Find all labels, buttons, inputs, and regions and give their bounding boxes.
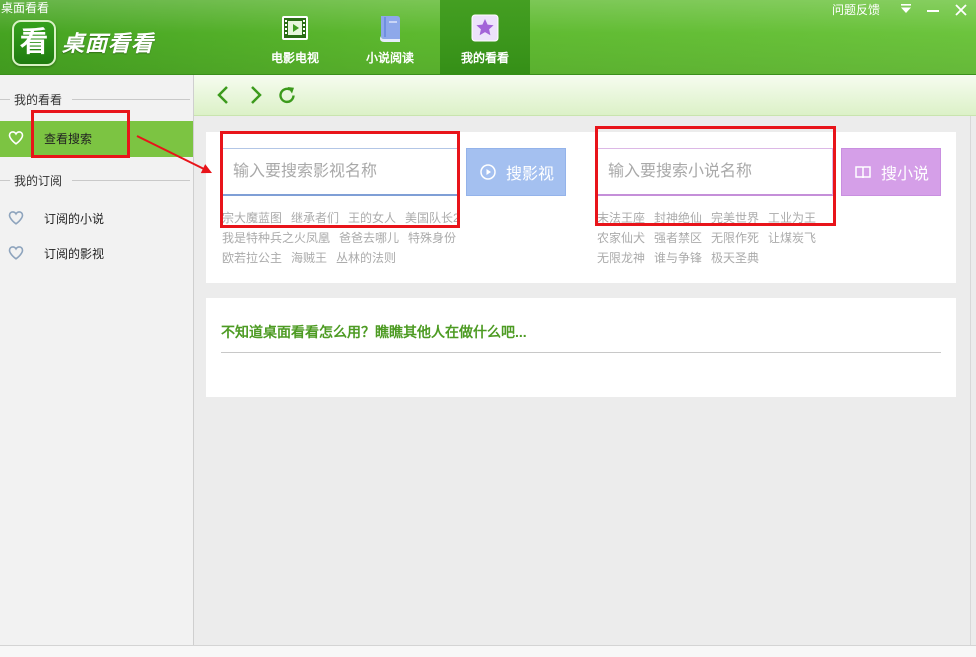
hot-keyword[interactable]: 末法王座 [597, 211, 645, 225]
sidebar: 我的看看 查看搜索 我的订阅 订阅的小说 订阅的影视 [0, 75, 194, 645]
help-link[interactable]: 不知道桌面看看怎么用？瞧瞧其他人在做什么吧... [221, 324, 527, 340]
novel-hot-row: 无限龙神 谁与争锋 极天圣典 [597, 251, 759, 265]
film-icon [282, 16, 308, 40]
tab-novels[interactable]: 小说阅读 [345, 0, 435, 75]
hot-keyword[interactable]: 谁与争锋 [654, 251, 702, 265]
search-novel-button[interactable]: 搜小说 [841, 148, 941, 196]
tab-my-kankan[interactable]: 我的看看 [440, 0, 530, 75]
divider [0, 99, 10, 100]
video-hot-row: 我是特种兵之火凤凰 爸爸去哪儿 特殊身份 [222, 231, 456, 245]
divider [72, 180, 190, 181]
hot-keyword[interactable]: 爸爸去哪儿 [339, 231, 399, 245]
video-search-input[interactable] [222, 148, 458, 196]
divider [0, 180, 10, 181]
hot-keyword[interactable]: 完美世界 [711, 211, 759, 225]
tab-label: 小说阅读 [365, 51, 414, 65]
heart-icon [8, 246, 24, 260]
help-panel [206, 298, 956, 397]
hot-keyword[interactable]: 美国队长2 [405, 211, 460, 225]
app-logo-icon: 看 [12, 20, 56, 66]
novel-search-input[interactable] [597, 148, 833, 196]
sidebar-item-label: 订阅的影视 [44, 247, 105, 261]
window-title: 桌面看看 [1, 1, 50, 15]
novel-hot-row: 末法王座 封神绝仙 完美世界 工业为王 [597, 211, 816, 225]
app-logo-text: 桌面看看 [62, 31, 155, 56]
search-video-button-label: 搜影视 [506, 166, 555, 183]
hot-keyword[interactable]: 农家仙犬 [597, 231, 645, 245]
search-video-button[interactable]: 搜影视 [466, 148, 566, 196]
nav-toolbar [194, 75, 976, 116]
window-edge [970, 116, 971, 645]
section-title-my-kankan: 我的看看 [14, 93, 63, 107]
open-book-icon [855, 166, 871, 179]
hot-keyword[interactable]: 王的女人 [348, 211, 396, 225]
back-icon[interactable] [216, 85, 230, 105]
sidebar-item-label: 订阅的小说 [44, 212, 105, 226]
tab-movies-tv[interactable]: 电影电视 [250, 0, 340, 75]
hot-keyword[interactable]: 无限龙神 [597, 251, 645, 265]
heart-icon [8, 211, 24, 225]
heart-icon [8, 131, 24, 145]
hot-keyword[interactable]: 极天圣典 [711, 251, 759, 265]
divider [221, 352, 941, 353]
tab-label: 电影电视 [270, 51, 319, 65]
hot-keyword[interactable]: 海贼王 [291, 251, 327, 265]
sidebar-item-view-search[interactable]: 查看搜索 [0, 121, 193, 157]
sidebar-item-subscribed-videos[interactable]: 订阅的影视 [0, 236, 193, 272]
play-circle-icon [480, 164, 496, 180]
hot-keyword[interactable]: 让煤炭飞 [768, 231, 816, 245]
feedback-link[interactable]: 问题反馈 [832, 3, 880, 17]
section-title-my-subscriptions: 我的订阅 [14, 174, 63, 188]
search-novel-button-label: 搜小说 [881, 166, 930, 183]
novel-hot-row: 农家仙犬 强者禁区 无限作死 让煤炭飞 [597, 231, 816, 245]
forward-icon[interactable] [249, 85, 263, 105]
video-hot-row: 宗大魔蓝图 继承者们 王的女人 美国队长2 [222, 211, 460, 225]
star-icon [471, 14, 499, 42]
hot-keyword[interactable]: 特殊身份 [408, 231, 456, 245]
sidebar-item-subscribed-novels[interactable]: 订阅的小说 [0, 201, 193, 237]
hot-keyword[interactable]: 我是特种兵之火凤凰 [222, 231, 330, 245]
sidebar-item-label: 查看搜索 [44, 132, 93, 146]
minimize-icon[interactable] [926, 4, 940, 16]
status-bar [0, 645, 976, 657]
menu-dropdown-icon[interactable] [899, 3, 913, 15]
hot-keyword[interactable]: 无限作死 [711, 231, 759, 245]
hot-keyword[interactable]: 强者禁区 [654, 231, 702, 245]
hot-keyword[interactable]: 工业为王 [768, 211, 816, 225]
video-hot-row: 欧若拉公主 海贼王 丛林的法则 [222, 251, 396, 265]
close-icon[interactable] [954, 3, 968, 17]
tab-label: 我的看看 [460, 51, 509, 65]
refresh-icon[interactable] [277, 85, 297, 105]
hot-keyword[interactable]: 宗大魔蓝图 [222, 211, 282, 225]
hot-keyword[interactable]: 欧若拉公主 [222, 251, 282, 265]
hot-keyword[interactable]: 继承者们 [291, 211, 339, 225]
hot-keyword[interactable]: 封神绝仙 [654, 211, 702, 225]
hot-keyword[interactable]: 丛林的法则 [336, 251, 396, 265]
book-icon [380, 16, 400, 42]
divider [72, 99, 190, 100]
